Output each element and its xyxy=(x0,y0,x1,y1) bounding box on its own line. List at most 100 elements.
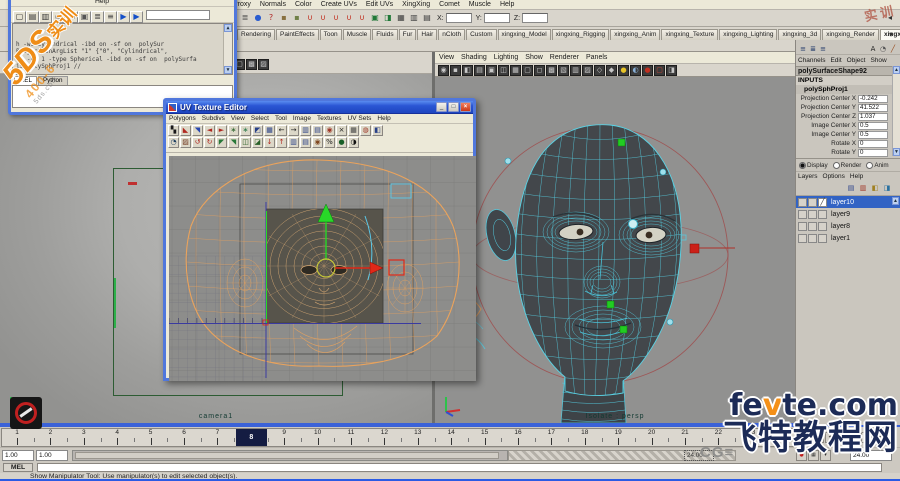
script-editor-quick-field[interactable] xyxy=(146,10,210,20)
execute-all-icon[interactable]: ▶ xyxy=(130,11,143,23)
snap-curve-icon[interactable]: ∪ xyxy=(317,12,329,24)
playback-start-field[interactable]: 1.00 xyxy=(36,450,68,461)
snap-view-icon[interactable]: ∪ xyxy=(356,12,368,24)
go-to-end-icon[interactable]: ▶| xyxy=(885,432,896,443)
menu-layers[interactable]: Layers xyxy=(798,172,818,181)
channel-value-field[interactable]: 0 xyxy=(858,149,888,157)
snap-point-icon[interactable]: ∪ xyxy=(330,12,342,24)
snap-top-icon[interactable]: ↑ xyxy=(276,137,287,148)
radio-dot-icon[interactable] xyxy=(833,162,840,169)
script-editor-output[interactable]: h -ws Cylindrical -ibd on -sf on polySur… xyxy=(12,23,233,75)
unfold-uv-icon[interactable]: ∗ xyxy=(228,125,239,136)
command-language-button[interactable]: MEL xyxy=(3,463,33,472)
menu-renderer[interactable]: Renderer xyxy=(550,53,579,62)
frame-label[interactable]: 23 xyxy=(742,429,762,436)
construction-history-icon[interactable]: ▣ xyxy=(369,12,381,24)
command-line-input[interactable] xyxy=(37,463,882,472)
highlight-lock-icon[interactable]: ▪ xyxy=(278,12,290,24)
panel-toggle-icon[interactable]: ◂ xyxy=(884,12,896,24)
select-shell-icon[interactable]: ◉ xyxy=(324,125,335,136)
z-input[interactable] xyxy=(522,13,548,23)
menu-edit-uvs[interactable]: Edit UVs xyxy=(366,0,393,9)
close-button[interactable]: × xyxy=(460,102,471,112)
menu-image[interactable]: Image xyxy=(293,114,311,123)
channel-slider-mode-icon[interactable]: ≡ xyxy=(798,45,808,55)
frame-label[interactable]: 18 xyxy=(575,429,595,436)
frame-label[interactable]: 20 xyxy=(642,429,662,436)
layer-color-box[interactable] xyxy=(818,210,827,219)
play-backwards-icon[interactable]: ◀ xyxy=(837,432,848,443)
menu-tool[interactable]: Tool xyxy=(275,114,287,123)
menu-channels[interactable]: Channels xyxy=(798,56,825,65)
frame-label[interactable]: 6 xyxy=(174,429,194,436)
shaded-icon[interactable]: ◆ xyxy=(606,65,617,76)
quick-help-icon[interactable]: ? xyxy=(265,12,277,24)
menu-create-uvs[interactable]: Create UVs xyxy=(321,0,357,9)
x-input[interactable] xyxy=(446,13,472,23)
frame-label[interactable]: 5 xyxy=(141,429,161,436)
frame-label[interactable]: 16 xyxy=(508,429,528,436)
anim-prefs-icon[interactable]: ▦ xyxy=(808,450,819,461)
paste-uv-icon[interactable]: ◪ xyxy=(252,137,263,148)
frame-label[interactable]: 1 xyxy=(7,429,27,436)
script-editor-scrollbar[interactable]: ▲ ▼ xyxy=(223,24,232,74)
frame-label[interactable]: 7 xyxy=(207,429,227,436)
menu-subdivs[interactable]: Subdivs xyxy=(202,114,225,123)
channel-value-field[interactable]: 1.037 xyxy=(858,113,888,121)
toggle-grid-icon[interactable]: ▦ xyxy=(348,125,359,136)
layer-row-layer8[interactable]: layer8 xyxy=(796,220,900,232)
channel-value-field[interactable]: -0.242 xyxy=(858,95,888,103)
pin-uv-icon[interactable]: ◉ xyxy=(312,137,323,148)
lock-camera-icon[interactable]: ▪ xyxy=(450,65,461,76)
save-script-icon[interactable]: ▥ xyxy=(39,11,52,23)
textured-icon[interactable]: ◐ xyxy=(630,65,641,76)
flip-v-icon[interactable]: ► xyxy=(216,125,227,136)
toggle-texture-icon[interactable]: ◍ xyxy=(360,125,371,136)
cut-uv-edges-icon[interactable]: ◩ xyxy=(252,125,263,136)
frame-label[interactable]: 21 xyxy=(675,429,695,436)
menu-muscle[interactable]: Muscle xyxy=(469,0,491,9)
menu-collapse-icon[interactable]: ≣ xyxy=(239,12,251,24)
copy-uv-icon[interactable]: ◫ xyxy=(240,137,251,148)
layers-sort-icon[interactable]: ▥ xyxy=(858,183,868,193)
shelf-tab-rendering[interactable]: Rendering xyxy=(237,29,275,40)
anim-start-field[interactable]: 1.00 xyxy=(2,450,34,461)
shelf-tab-fur[interactable]: Fur xyxy=(399,29,417,40)
playback-end-ghost-field[interactable]: 24.00 xyxy=(684,450,714,461)
manipulator-red-tick[interactable] xyxy=(128,182,137,185)
frame-label[interactable]: 14 xyxy=(441,429,461,436)
open-script-icon[interactable]: ▤ xyxy=(26,11,39,23)
range-slider-bar[interactable] xyxy=(75,452,499,459)
shelf-tab-painteffects[interactable]: PaintEffects xyxy=(276,29,319,40)
frame-label[interactable]: 11 xyxy=(341,429,361,436)
radio-display[interactable]: Display xyxy=(799,162,828,169)
step-forward-key-icon[interactable]: |▶ xyxy=(873,432,884,443)
script-tab-mel[interactable]: MEL xyxy=(14,76,37,85)
shadows-icon[interactable]: ● xyxy=(642,65,653,76)
layer-visibility-box[interactable] xyxy=(798,222,807,231)
menu-select[interactable]: Select xyxy=(251,114,269,123)
menu-edit[interactable]: Edit xyxy=(830,56,841,65)
attr-select-a-icon[interactable]: A xyxy=(868,45,878,55)
resolution-gate-icon[interactable]: ◻ xyxy=(534,65,545,76)
frame-label[interactable]: 2 xyxy=(40,429,60,436)
pencil-icon[interactable]: ╱ xyxy=(888,45,898,55)
clear-all-icon[interactable]: ▣ xyxy=(78,11,91,23)
viewport-texture-icon[interactable]: ▨ xyxy=(258,59,269,70)
align-right-icon[interactable]: → xyxy=(288,125,299,136)
menu-lighting[interactable]: Lighting xyxy=(494,53,519,62)
execute-icon[interactable]: ▶ xyxy=(117,11,130,23)
script-tab-python[interactable]: Python xyxy=(38,76,68,85)
frame-label[interactable]: 9 xyxy=(274,429,294,436)
menu-help[interactable]: Help xyxy=(500,0,514,9)
frame-label[interactable]: 17 xyxy=(541,429,561,436)
frame-label[interactable]: 24 xyxy=(775,429,795,436)
channel-box-scrollbar[interactable]: ▲ ▼ xyxy=(892,66,900,156)
manip-update-icon[interactable]: ◔ xyxy=(878,45,888,55)
menu-object[interactable]: Object xyxy=(847,56,866,65)
frames-area[interactable]: 1234567891011121314151617181920212223248 xyxy=(1,428,798,447)
stack-trace-icon[interactable]: ≣ xyxy=(91,11,104,23)
bookmarks-icon[interactable]: ▤ xyxy=(474,65,485,76)
flip-u-icon[interactable]: ◄ xyxy=(204,125,215,136)
grid-icon[interactable]: ▦ xyxy=(510,65,521,76)
